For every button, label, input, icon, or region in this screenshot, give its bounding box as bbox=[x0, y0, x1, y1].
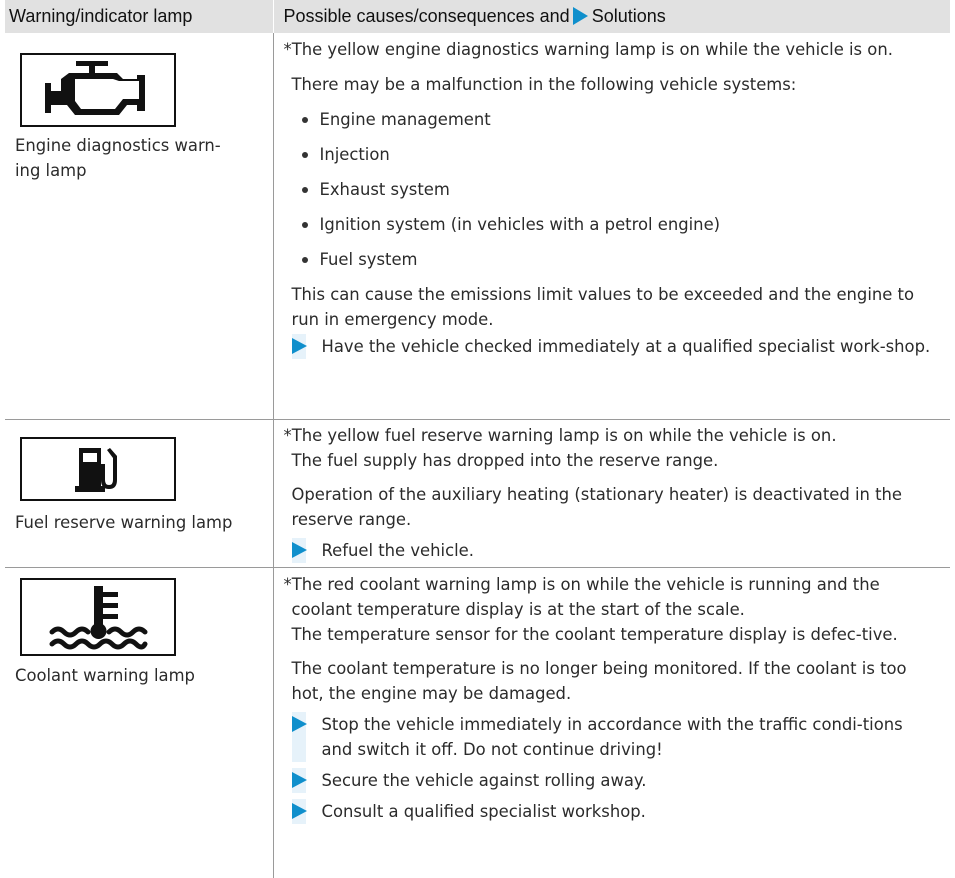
solution-arrow-icon bbox=[292, 338, 307, 354]
solution-arrow-icon bbox=[292, 772, 307, 788]
solution-arrow-icon bbox=[292, 542, 307, 558]
action-text: Stop the vehicle immediately in accordan… bbox=[322, 715, 903, 759]
warning-lamp-table: Warning/indicator lamp Possible causes/c… bbox=[5, 0, 950, 878]
lamp-label-fuel: Fuel reserve warning lamp bbox=[15, 510, 245, 535]
cause-text-engine: There may be a malfunction in the follow… bbox=[292, 72, 937, 97]
cause-intro-fuel: *The yellow fuel reserve warning lamp is… bbox=[292, 423, 937, 448]
action-text: Have the vehicle checked immediately at … bbox=[322, 337, 931, 356]
list-item: Ignition system (in vehicles with a petr… bbox=[292, 212, 937, 237]
header-causes-label: Possible causes/consequences and bbox=[284, 6, 570, 26]
solution-arrow-icon bbox=[292, 716, 307, 732]
list-item: Engine management bbox=[292, 107, 937, 132]
coolant-temperature-icon bbox=[20, 578, 176, 656]
system-list: Engine management Injection Exhaust syst… bbox=[292, 107, 937, 272]
solution-arrow-icon bbox=[573, 7, 588, 25]
action-item: Refuel the vehicle. bbox=[292, 538, 937, 563]
table-row-coolant: Coolant warning lamp *The red coolant wa… bbox=[5, 568, 950, 878]
cause-intro2-fuel: The fuel supply has dropped into the res… bbox=[292, 448, 937, 473]
action-text: Refuel the vehicle. bbox=[322, 541, 474, 560]
header-lamp-column: Warning/indicator lamp bbox=[5, 0, 273, 33]
action-text: Secure the vehicle against rolling away. bbox=[322, 771, 647, 790]
fuel-pump-icon bbox=[20, 437, 176, 501]
lamp-label-coolant: Coolant warning lamp bbox=[15, 663, 245, 688]
cause-intro2-coolant: The temperature sensor for the coolant t… bbox=[292, 622, 937, 647]
engine-diagnostics-icon bbox=[20, 53, 176, 127]
cause-text-coolant: The coolant temperature is no longer bei… bbox=[292, 656, 937, 706]
list-item: Injection bbox=[292, 142, 937, 167]
cause-intro-coolant: *The red coolant warning lamp is on whil… bbox=[292, 572, 937, 622]
action-text: Consult a qualified specialist workshop. bbox=[322, 802, 646, 821]
cause-intro-engine: *The yellow engine diagnostics warning l… bbox=[292, 37, 937, 62]
action-item: Secure the vehicle against rolling away. bbox=[292, 768, 937, 793]
lamp-label-engine: Engine diagnostics warn-ing lamp bbox=[15, 133, 245, 183]
header-causes-column: Possible causes/consequences and Solution… bbox=[273, 0, 950, 33]
table-row-fuel: Fuel reserve warning lamp *The yellow fu… bbox=[5, 420, 950, 568]
consequence-text-engine: This can cause the emissions limit value… bbox=[292, 282, 937, 332]
table-header-row: Warning/indicator lamp Possible causes/c… bbox=[5, 0, 950, 33]
solution-arrow-icon bbox=[292, 803, 307, 819]
action-item: Consult a qualified specialist workshop. bbox=[292, 799, 937, 824]
cause-text-fuel: Operation of the auxiliary heating (stat… bbox=[292, 482, 937, 532]
action-item: Have the vehicle checked immediately at … bbox=[292, 334, 937, 359]
table-row-engine: Engine diagnostics warn-ing lamp *The ye… bbox=[5, 33, 950, 420]
list-item: Exhaust system bbox=[292, 177, 937, 202]
list-item: Fuel system bbox=[292, 247, 937, 272]
header-solutions-label: Solutions bbox=[592, 6, 666, 26]
action-item: Stop the vehicle immediately in accordan… bbox=[292, 712, 937, 762]
